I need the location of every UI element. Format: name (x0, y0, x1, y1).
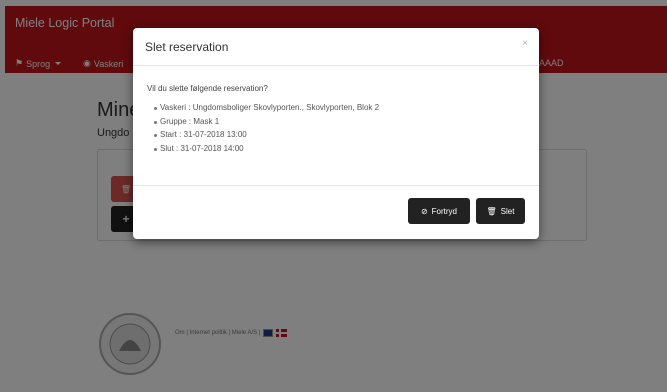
confirm-question: Vil du slette følgende reservation? (147, 84, 268, 93)
dialog-body: Vil du slette følgende reservation? Vask… (133, 66, 539, 186)
close-icon[interactable]: × (522, 38, 528, 49)
detail-start: Start : 31-07-2018 13:00 (153, 128, 379, 142)
delete-label: Slet (500, 206, 515, 216)
delete-reservation-dialog: Slet reservation × Vil du slette følgend… (133, 28, 539, 239)
detail-end: Slut : 31-07-2018 14:00 (153, 142, 379, 156)
reservation-details: Vaskeri : Ungdomsboliger Skovlyporten., … (153, 101, 379, 156)
delete-button[interactable]: 🗑 Slet (476, 198, 525, 224)
detail-group: Gruppe : Mask 1 (153, 115, 379, 129)
dialog-title: Slet reservation (145, 40, 229, 54)
cancel-button[interactable]: ⊘ Fortryd (408, 198, 470, 224)
detail-laundry: Vaskeri : Ungdomsboliger Skovlyporten., … (153, 101, 379, 115)
trash-icon: 🗑 (486, 206, 497, 216)
ban-icon: ⊘ (420, 206, 428, 216)
dialog-footer: ⊘ Fortryd 🗑 Slet (133, 186, 539, 238)
dialog-header: Slet reservation × (133, 28, 539, 66)
cancel-label: Fortryd (431, 206, 458, 216)
